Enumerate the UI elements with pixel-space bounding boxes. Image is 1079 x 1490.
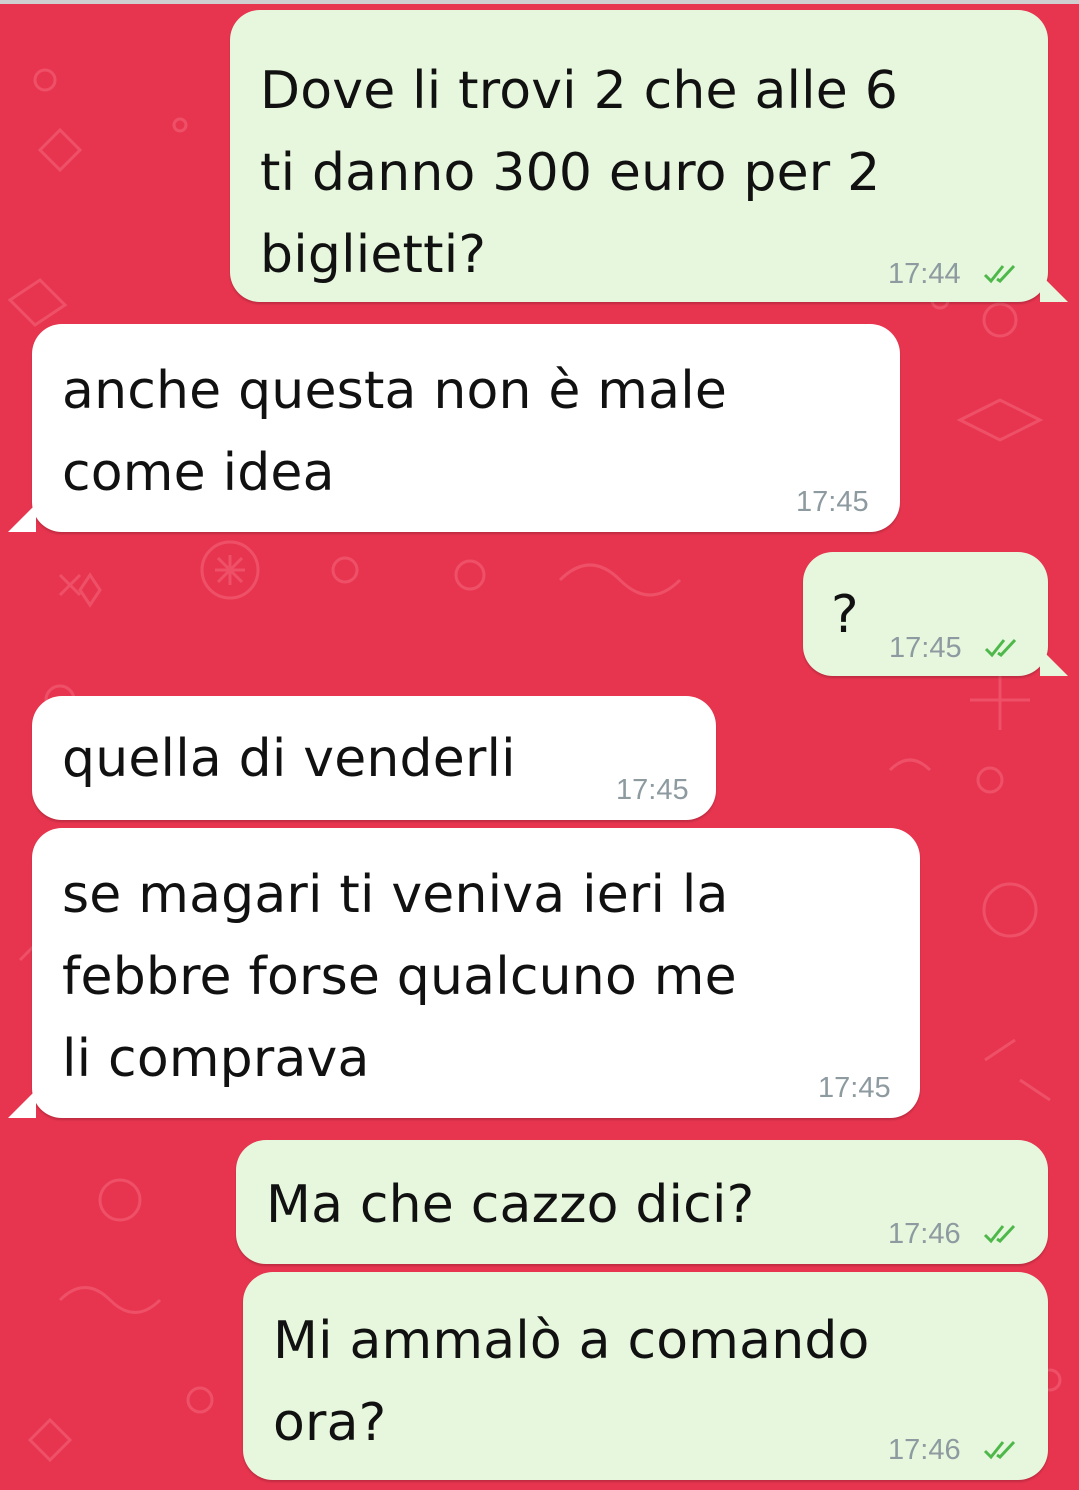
- message-bubble-outgoing[interactable]: Mi ammalò a comando ora? 17:46: [243, 1272, 1048, 1480]
- message-time: 17:45: [889, 632, 962, 664]
- message-text: Dove li trovi 2 che alle 6 ti danno 300 …: [260, 61, 899, 285]
- message-time: 17:44: [888, 258, 961, 290]
- double-check-icon: [983, 1224, 1016, 1244]
- bubble-tail-outgoing: [1040, 274, 1068, 302]
- bubble-tail-outgoing: [1040, 648, 1068, 676]
- message-bubble-outgoing[interactable]: Ma che cazzo dici? 17:46: [236, 1140, 1048, 1264]
- bubble-tail-incoming: [8, 1090, 36, 1118]
- message-time: 17:46: [888, 1218, 961, 1250]
- message-bubble-incoming[interactable]: anche questa non è male come idea 17:45: [32, 324, 900, 532]
- message-time: 17:45: [796, 486, 869, 518]
- message-bubble-incoming[interactable]: quella di venderli 17:45: [32, 696, 716, 820]
- message-time: 17:45: [616, 774, 689, 806]
- double-check-icon: [983, 264, 1016, 284]
- message-bubble-outgoing[interactable]: Dove li trovi 2 che alle 6 ti danno 300 …: [230, 10, 1048, 302]
- message-bubble-outgoing[interactable]: ? 17:45: [803, 552, 1048, 676]
- message-text: Ma che cazzo dici?: [266, 1175, 755, 1235]
- message-bubble-incoming[interactable]: se magari ti veniva ieri la febbre forse…: [32, 828, 920, 1118]
- message-text: se magari ti veniva ieri la febbre forse…: [62, 865, 737, 1089]
- double-check-icon: [983, 1440, 1016, 1460]
- message-time: 17:46: [888, 1434, 961, 1466]
- status-divider: [0, 0, 1079, 4]
- bubble-tail-incoming: [8, 504, 36, 532]
- message-text: ?: [831, 585, 859, 645]
- message-text: Mi ammalò a comando ora?: [273, 1311, 870, 1453]
- message-text: quella di venderli: [62, 729, 516, 789]
- message-time: 17:45: [818, 1072, 891, 1104]
- message-text: anche questa non è male come idea: [62, 361, 728, 503]
- double-check-icon: [984, 638, 1017, 658]
